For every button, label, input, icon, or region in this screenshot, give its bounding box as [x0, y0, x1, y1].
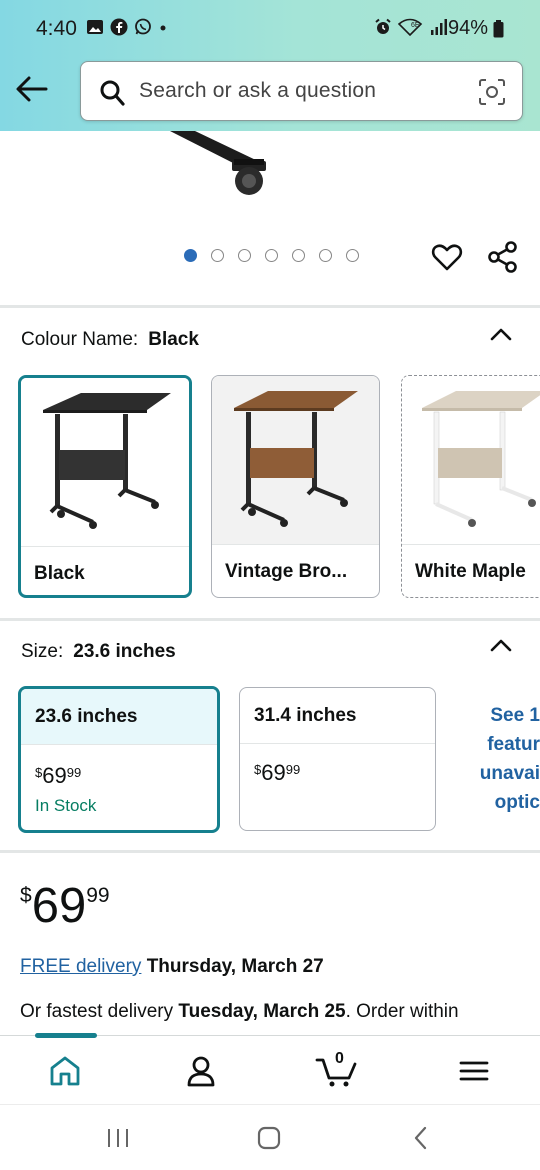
facebook-notification-icon: [110, 18, 128, 36]
price-currency-symbol: $: [254, 762, 262, 777]
colour-option-white-maple[interactable]: White Maple: [401, 375, 540, 598]
recent-apps-icon[interactable]: [105, 1125, 131, 1151]
svg-text:6E: 6E: [411, 22, 420, 29]
home-button-icon[interactable]: [256, 1125, 282, 1151]
heart-icon[interactable]: [431, 241, 463, 273]
size-option-name: 31.4 inches: [254, 705, 357, 726]
gallery-notification-icon: [87, 20, 103, 34]
price-whole: 69: [261, 760, 286, 785]
size-label: Size: 23.6 inches: [21, 641, 176, 663]
system-back-icon[interactable]: [410, 1125, 432, 1151]
swatch-label-area: Vintage Bro...: [212, 544, 379, 597]
status-time: 4:40: [36, 17, 77, 40]
white-maple-desk-thumbnail: [402, 376, 540, 544]
size-option-header: 23.6 inches: [21, 689, 217, 745]
whatsapp-notification-icon: [135, 18, 151, 35]
see-more-line: optic: [494, 792, 540, 813]
signal-icon: [431, 19, 447, 35]
price-whole: 69: [31, 879, 87, 933]
carousel-dot[interactable]: [238, 249, 251, 262]
in-stock-label: In Stock: [35, 796, 97, 815]
section-divider: [0, 850, 540, 853]
image-carousel-dots[interactable]: [184, 249, 359, 262]
see-more-line: featur: [487, 734, 540, 755]
colour-name-title: Colour Name:: [21, 329, 139, 350]
delivery-info: FREE delivery Thursday, March 27: [20, 956, 324, 978]
status-notification-icons: [86, 18, 168, 36]
colour-option-label: White Maple: [415, 561, 526, 582]
colour-option-label: Black: [34, 563, 85, 584]
status-system-icons: 6E: [374, 18, 448, 36]
fastest-delivery-prefix: Or fastest delivery: [20, 1001, 174, 1022]
colour-selected-value: Black: [148, 329, 199, 350]
carousel-dot[interactable]: [346, 249, 359, 262]
system-navigation-bar: [0, 1104, 540, 1170]
more-notifications-dot-icon: [160, 25, 166, 31]
camera-lens-icon[interactable]: [478, 78, 506, 106]
price-currency-symbol: $: [20, 884, 32, 907]
black-desk-thumbnail: [21, 378, 189, 546]
chevron-up-icon[interactable]: [490, 638, 512, 652]
size-selected-value: 23.6 inches: [73, 641, 176, 662]
size-title: Size:: [21, 641, 64, 662]
product-price: $6999: [20, 878, 110, 934]
price-cents: 99: [86, 884, 110, 907]
see-more-line: See 1: [490, 705, 540, 726]
carousel-dot[interactable]: [265, 249, 278, 262]
home-icon[interactable]: [47, 1054, 83, 1088]
active-tab-indicator: [35, 1033, 97, 1038]
see-unavailable-options-link[interactable]: See 1 featur unavai optic: [452, 701, 540, 817]
carousel-dot[interactable]: [211, 249, 224, 262]
app-header: 4:40 6E 94% Search or ask a question: [0, 0, 540, 131]
swatch-label-area: White Maple: [402, 544, 540, 597]
battery-level: 94%: [448, 17, 489, 39]
price-whole: 69: [42, 763, 67, 788]
wifi-6e-icon: 6E: [398, 18, 423, 36]
search-icon: [100, 80, 125, 106]
colour-option-vintage-brown[interactable]: Vintage Bro...: [211, 375, 380, 598]
size-option-name: 23.6 inches: [35, 706, 138, 727]
price-cents: 99: [285, 762, 301, 777]
fastest-delivery-info: Or fastest delivery Tuesday, March 25. O…: [20, 1001, 459, 1023]
carousel-dot[interactable]: [319, 249, 332, 262]
cart-count-badge: 0: [335, 1050, 344, 1067]
size-option-header: 31.4 inches: [240, 688, 435, 744]
battery-icon: [493, 20, 504, 38]
chevron-up-icon[interactable]: [490, 327, 512, 341]
share-icon[interactable]: [487, 240, 519, 274]
delivery-date: Thursday, March 27: [146, 956, 324, 977]
colour-option-label: Vintage Bro...: [225, 561, 348, 582]
product-image[interactable]: [0, 131, 540, 231]
colour-name-label: Colour Name: Black: [21, 329, 199, 351]
section-divider: [0, 618, 540, 621]
carousel-dot[interactable]: [292, 249, 305, 262]
fastest-delivery-date: Tuesday, March 25: [178, 1001, 346, 1022]
carousel-dot[interactable]: [184, 249, 197, 262]
swatch-label-area: Black: [21, 546, 189, 595]
size-option-23-6[interactable]: 23.6 inches $6999 In Stock: [18, 686, 220, 833]
search-input[interactable]: Search or ask a question: [139, 79, 376, 103]
back-arrow-icon[interactable]: [14, 73, 50, 105]
price-cents: 99: [66, 765, 82, 780]
price-currency-symbol: $: [35, 765, 43, 780]
fastest-delivery-suffix: . Order within: [345, 1001, 459, 1022]
size-option-price: $6999: [35, 763, 81, 789]
size-option-price: $6999: [254, 760, 300, 786]
section-divider: [0, 305, 540, 308]
free-delivery-link[interactable]: FREE delivery: [20, 956, 141, 977]
alarm-icon: [375, 18, 391, 34]
see-more-line: unavai: [479, 763, 540, 784]
account-icon[interactable]: [183, 1054, 219, 1088]
colour-option-black[interactable]: Black: [18, 375, 192, 598]
menu-icon[interactable]: [456, 1054, 492, 1088]
vintage-brown-desk-thumbnail: [212, 376, 379, 544]
search-box[interactable]: Search or ask a question: [80, 61, 523, 121]
bottom-navigation: 0: [0, 1033, 540, 1104]
size-option-31-4[interactable]: 31.4 inches $6999: [239, 687, 436, 831]
